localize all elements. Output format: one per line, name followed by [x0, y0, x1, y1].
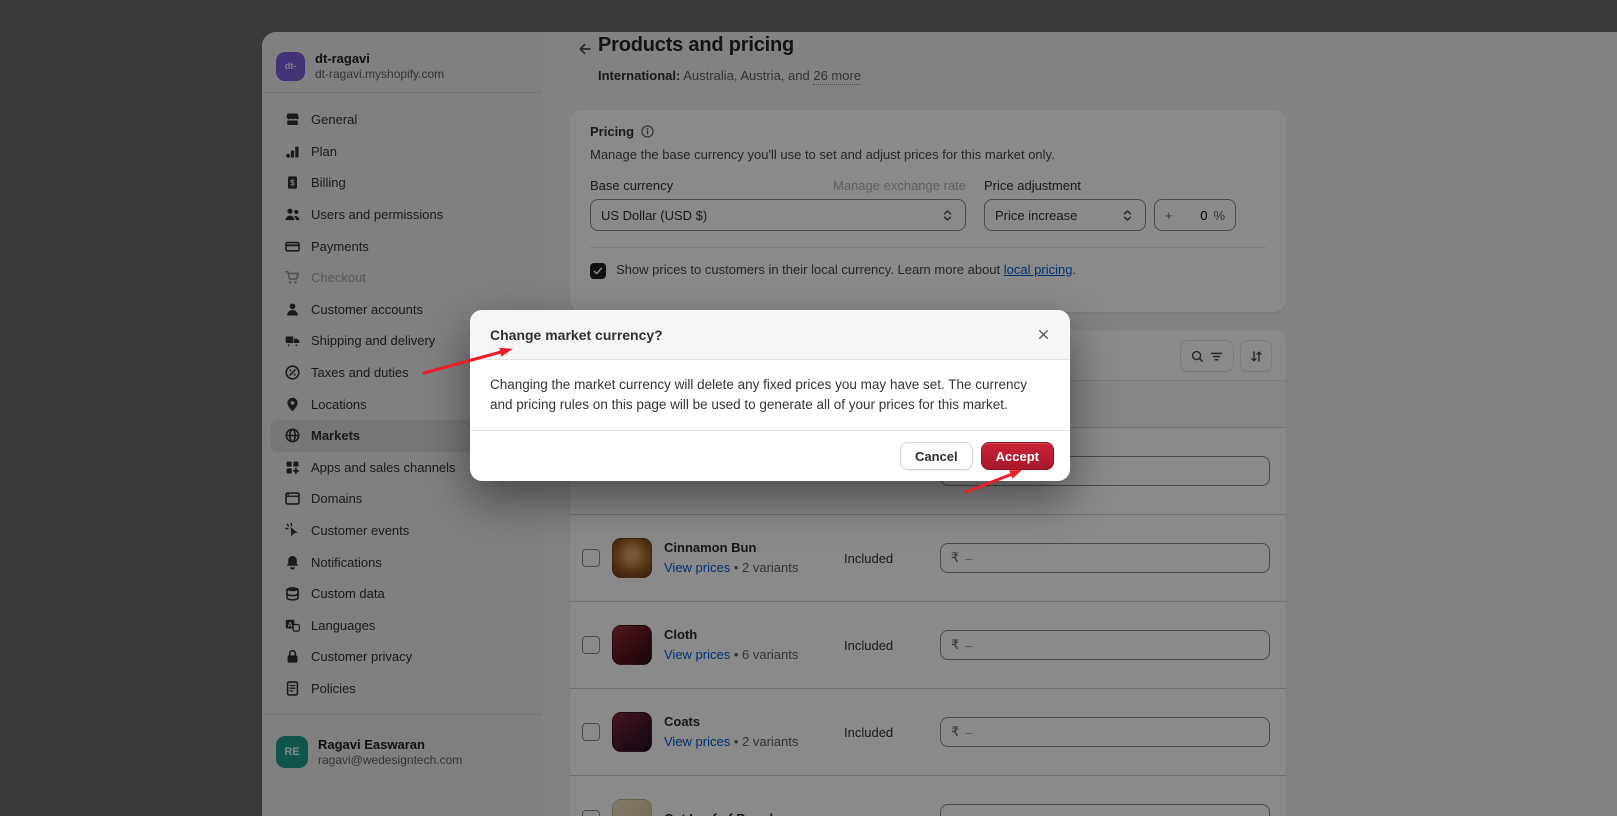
- close-icon: [1036, 327, 1051, 342]
- close-button[interactable]: [1030, 322, 1056, 348]
- accept-button[interactable]: Accept: [981, 442, 1054, 470]
- shopify-settings-page: dt- dt-ragavi dt-ragavi.myshopify.com Ge…: [0, 0, 1617, 816]
- modal-footer: Cancel Accept: [470, 430, 1070, 481]
- change-currency-modal: Change market currency? Changing the mar…: [470, 310, 1070, 481]
- cancel-button[interactable]: Cancel: [900, 442, 973, 470]
- modal-body: Changing the market currency will delete…: [470, 360, 1070, 430]
- modal-title: Change market currency?: [490, 327, 663, 343]
- modal-header: Change market currency?: [470, 310, 1070, 360]
